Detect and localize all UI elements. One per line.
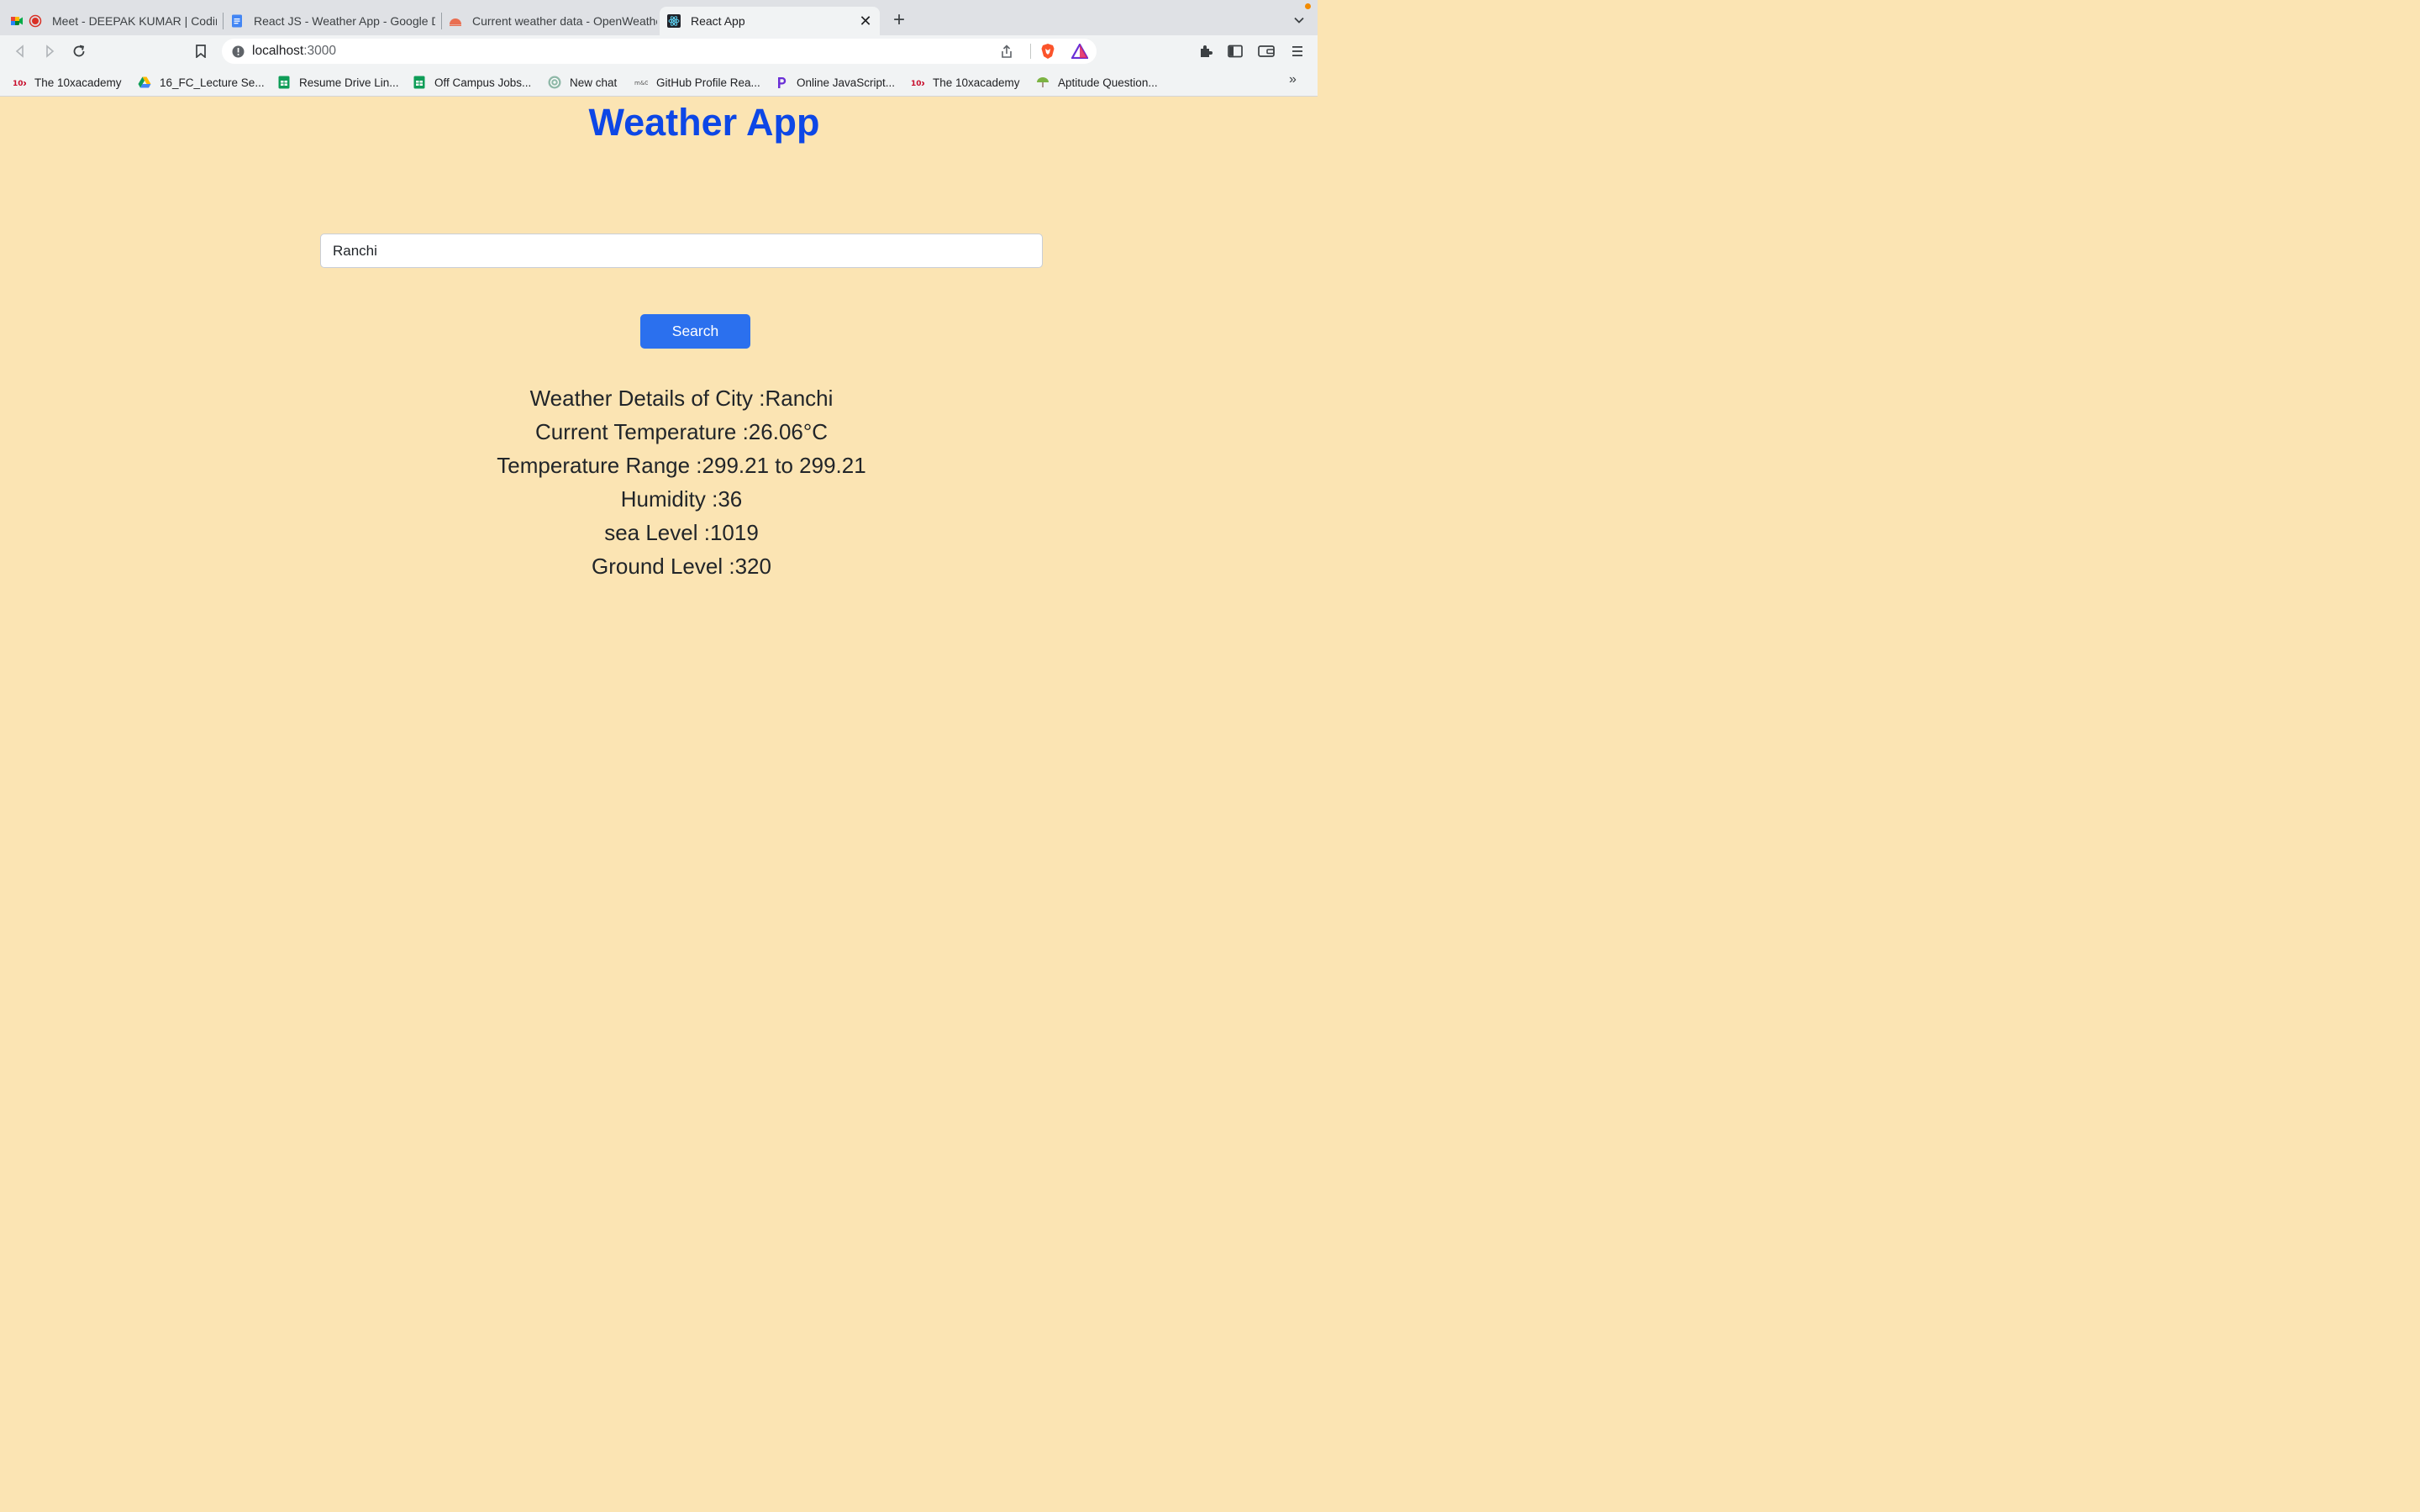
react-icon: [667, 14, 681, 28]
bookmark-label: Aptitude Question...: [1058, 76, 1158, 89]
tab-separator: [223, 13, 224, 29]
sea-level: sea Level :1019: [604, 520, 759, 545]
temperature-range: Temperature Range :299.21 to 299.21: [497, 453, 866, 478]
update-dot-icon: [1305, 3, 1311, 9]
bookmark-item[interactable]: m&G GitHub Profile Rea...: [634, 74, 760, 91]
bookmark-label: Off Campus Jobs...: [434, 76, 532, 89]
github-readme-icon: m&G: [634, 80, 648, 87]
recording-icon: [29, 14, 42, 28]
web-page: Weather App Search Weather Details of Ci…: [0, 97, 1318, 823]
bookmark-item[interactable]: 10x The 10xacademy: [13, 74, 122, 91]
url-port: :3000: [303, 44, 336, 58]
bookmark-label: Online JavaScript...: [797, 76, 896, 89]
forward-icon[interactable]: [39, 41, 60, 61]
svg-text:m&G: m&G: [634, 80, 648, 87]
extensions-icon[interactable]: [1196, 41, 1216, 61]
bookmark-item[interactable]: 16_FC_Lecture Se...: [138, 74, 265, 91]
tab-title: React JS - Weather App - Google D: [254, 14, 435, 28]
google-drive-icon: [138, 76, 151, 88]
omnibox-divider: [1030, 44, 1031, 59]
svg-text:10x: 10x: [13, 80, 26, 88]
tab-title: React App: [691, 14, 745, 28]
browser-tab-strip: Meet - DEEPAK KUMAR | Coding React JS - …: [0, 0, 1318, 35]
google-sheets-icon: [413, 76, 425, 89]
back-icon[interactable]: [10, 41, 30, 61]
brave-shields-icon[interactable]: [1040, 43, 1055, 60]
google-meet-icon: [11, 17, 23, 25]
wallet-icon[interactable]: [1256, 41, 1276, 61]
bookmark-label: GitHub Profile Rea...: [656, 76, 760, 89]
google-docs-icon: [232, 14, 242, 28]
bookmark-item[interactable]: Resume Drive Lin...: [277, 74, 399, 91]
bookmark-item[interactable]: Aptitude Question...: [1036, 74, 1158, 91]
url-text: localhost:3000: [252, 44, 336, 59]
city-search-input[interactable]: [320, 234, 1043, 268]
10x-icon: 10x: [13, 80, 26, 88]
bookmark-label: Resume Drive Lin...: [299, 76, 399, 89]
sidebar-icon[interactable]: [1225, 41, 1245, 61]
humidity: Humidity :36: [620, 486, 743, 512]
bookmark-label: The 10xacademy: [34, 76, 122, 89]
10x-icon: 10x: [911, 80, 924, 88]
bookmark-label: New chat: [570, 76, 618, 89]
tab-title: Meet - DEEPAK KUMAR | Coding: [52, 14, 217, 28]
indiabix-icon: [1037, 77, 1049, 87]
share-icon[interactable]: [1000, 45, 1013, 59]
address-bar[interactable]: localhost:3000: [222, 39, 1097, 64]
openweather-icon: [450, 18, 461, 26]
tab-react-app[interactable]: React App ✕: [660, 7, 880, 35]
bookmarks-overflow-icon[interactable]: »: [1289, 72, 1297, 87]
new-tab-icon[interactable]: +: [888, 8, 910, 31]
programiz-icon: [778, 77, 786, 88]
bookmarks-bar: 10x The 10xacademy 16_FC_Lecture Se... R…: [0, 67, 1318, 97]
current-temperature: Current Temperature :26.06°C: [534, 419, 829, 444]
bookmark-item[interactable]: 10x The 10xacademy: [911, 74, 1020, 91]
svg-text:10x: 10x: [911, 80, 924, 88]
tab-title: Current weather data - OpenWeathe: [472, 14, 657, 28]
url-host: localhost: [252, 44, 304, 58]
bookmark-label: 16_FC_Lecture Se...: [160, 76, 265, 89]
openai-icon: [548, 76, 561, 89]
weather-details: Weather Details of City :Ranchi Current …: [0, 381, 1363, 583]
tab-meet[interactable]: Meet - DEEPAK KUMAR | Coding: [10, 7, 217, 35]
browser-toolbar: localhost:3000: [0, 35, 1318, 67]
city-detail: Weather Details of City :Ranchi: [529, 386, 834, 411]
site-info-icon[interactable]: [232, 45, 245, 58]
reload-icon[interactable]: [69, 41, 89, 61]
brave-rewards-icon[interactable]: [1071, 44, 1088, 59]
page-title: Weather App: [588, 101, 820, 144]
search-button[interactable]: Search: [640, 314, 750, 349]
menu-icon[interactable]: [1287, 41, 1307, 61]
tab-openweather[interactable]: Current weather data - OpenWeathe: [449, 7, 657, 35]
tab-search-chevron-icon[interactable]: [1289, 10, 1309, 30]
ground-level: Ground Level :320: [592, 554, 771, 579]
bookmark-icon[interactable]: [191, 41, 211, 61]
bookmark-item[interactable]: Online JavaScript...: [775, 74, 895, 91]
tab-google-docs[interactable]: React JS - Weather App - Google D: [230, 7, 435, 35]
bookmark-item[interactable]: New chat: [548, 74, 617, 91]
bookmark-label: The 10xacademy: [933, 76, 1020, 89]
close-tab-icon[interactable]: ✕: [856, 12, 875, 30]
bookmark-item[interactable]: Off Campus Jobs...: [413, 74, 531, 91]
tab-separator: [441, 13, 442, 29]
google-sheets-icon: [278, 76, 290, 89]
